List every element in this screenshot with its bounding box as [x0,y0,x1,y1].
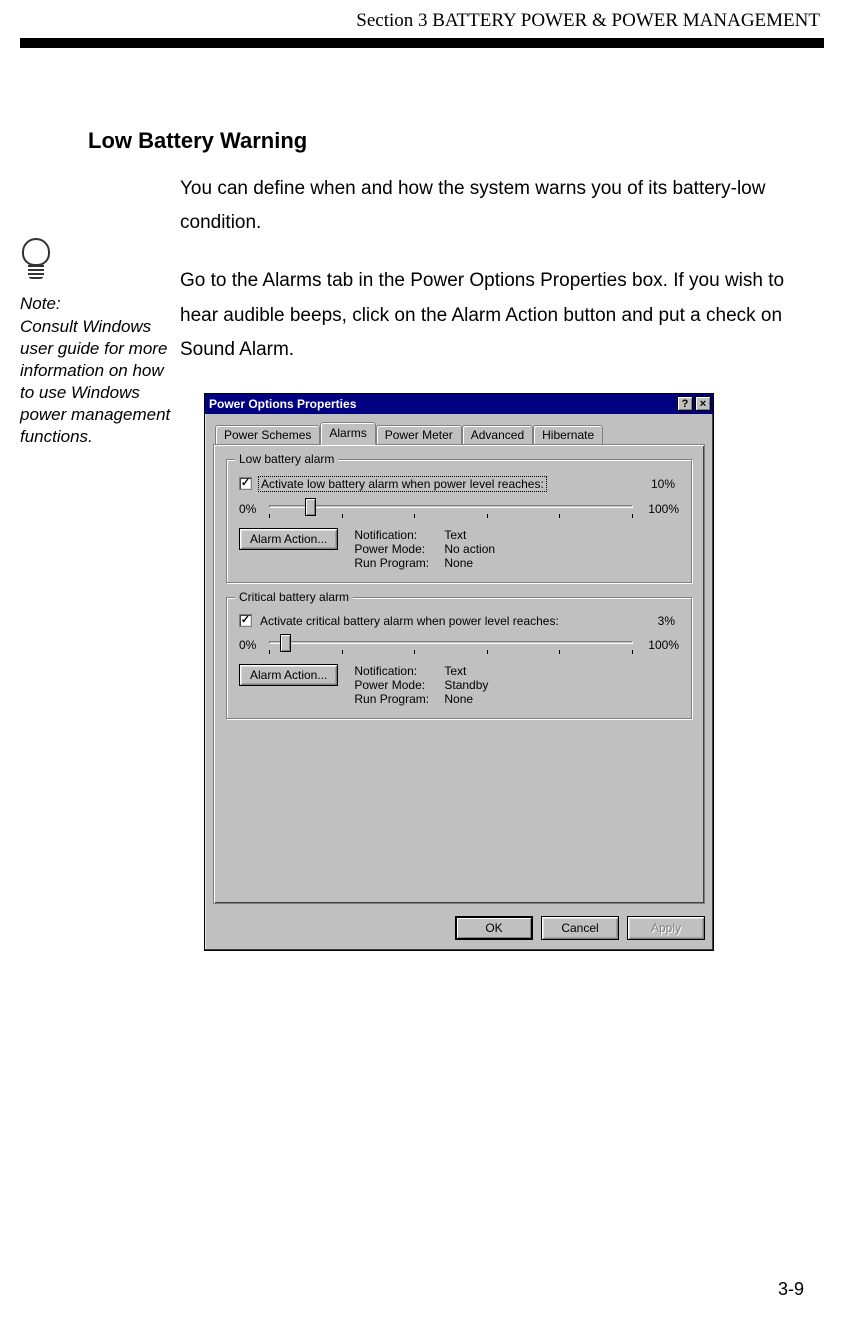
tab-power-schemes[interactable]: Power Schemes [215,425,320,445]
critical-alarm-checkbox[interactable]: ✓ [239,614,252,627]
power-options-dialog: Power Options Properties ? × Power Schem… [204,393,714,951]
crit-mode-label: Power Mode: [354,678,444,692]
margin-note: Note: Consult Windows user guide for mor… [20,128,180,449]
tab-strip: Power Schemes Alarms Power Meter Advance… [215,422,705,444]
low-mode-value: No action [444,542,524,556]
tab-advanced[interactable]: Advanced [462,425,533,445]
critical-battery-group: Critical battery alarm ✓ Activate critic… [226,597,692,719]
header-rule [20,38,824,48]
low-alarm-action-button[interactable]: Alarm Action... [239,528,338,550]
critical-battery-legend: Critical battery alarm [235,590,353,604]
crit-notif-label: Notification: [354,664,444,678]
low-notif-label: Notification: [354,528,444,542]
critical-alarm-action-button[interactable]: Alarm Action... [239,664,338,686]
low-notif-value: Text [444,528,524,542]
cancel-button[interactable]: Cancel [541,916,619,940]
body-paragraph-2: Go to the Alarms tab in the Power Option… [180,264,824,367]
body-paragraph-1: You can define when and how the system w… [180,172,824,240]
low-battery-group: Low battery alarm ✓ Activate low battery… [226,459,692,583]
low-run-label: Run Program: [354,556,444,570]
low-alarm-status: Notification:Text Power Mode:No action R… [354,528,524,570]
low-slider-min-label: 0% [239,502,263,516]
tab-hibernate[interactable]: Hibernate [533,425,603,445]
low-alarm-percent: 10% [651,477,679,491]
low-alarm-checkbox[interactable]: ✓ [239,477,252,490]
low-run-value: None [444,556,524,570]
tab-alarms[interactable]: Alarms [320,422,375,445]
dialog-titlebar[interactable]: Power Options Properties ? × [205,394,713,414]
critical-alarm-percent: 3% [658,614,679,628]
low-alarm-label: Activate low battery alarm when power le… [258,476,547,492]
crit-mode-value: Standby [444,678,524,692]
crit-slider-max-label: 100% [639,638,679,652]
lightbulb-icon [20,238,54,288]
dialog-title: Power Options Properties [209,397,675,411]
low-alarm-slider[interactable] [269,500,633,518]
low-slider-max-label: 100% [639,502,679,516]
ok-button[interactable]: OK [455,916,533,940]
crit-run-value: None [444,692,524,706]
page-number: 3-9 [778,1279,804,1300]
help-button[interactable]: ? [677,396,693,411]
page-heading: Low Battery Warning [88,128,824,154]
crit-slider-min-label: 0% [239,638,263,652]
crit-run-label: Run Program: [354,692,444,706]
note-text: Consult Windows user guide for more info… [20,316,180,449]
apply-button[interactable]: Apply [627,916,705,940]
alarms-pane: Low battery alarm ✓ Activate low battery… [213,444,705,904]
tab-power-meter[interactable]: Power Meter [376,425,462,445]
low-battery-legend: Low battery alarm [235,452,338,466]
note-label: Note: [20,294,180,314]
section-header: Section 3 BATTERY POWER & POWER MANAGEME… [20,10,824,32]
dialog-button-row: OK Cancel Apply [205,908,713,950]
critical-alarm-status: Notification:Text Power Mode:Standby Run… [354,664,524,706]
critical-alarm-label: Activate critical battery alarm when pow… [258,614,561,628]
low-mode-label: Power Mode: [354,542,444,556]
critical-alarm-slider[interactable] [269,636,633,654]
close-button[interactable]: × [695,396,711,411]
crit-notif-value: Text [444,664,524,678]
